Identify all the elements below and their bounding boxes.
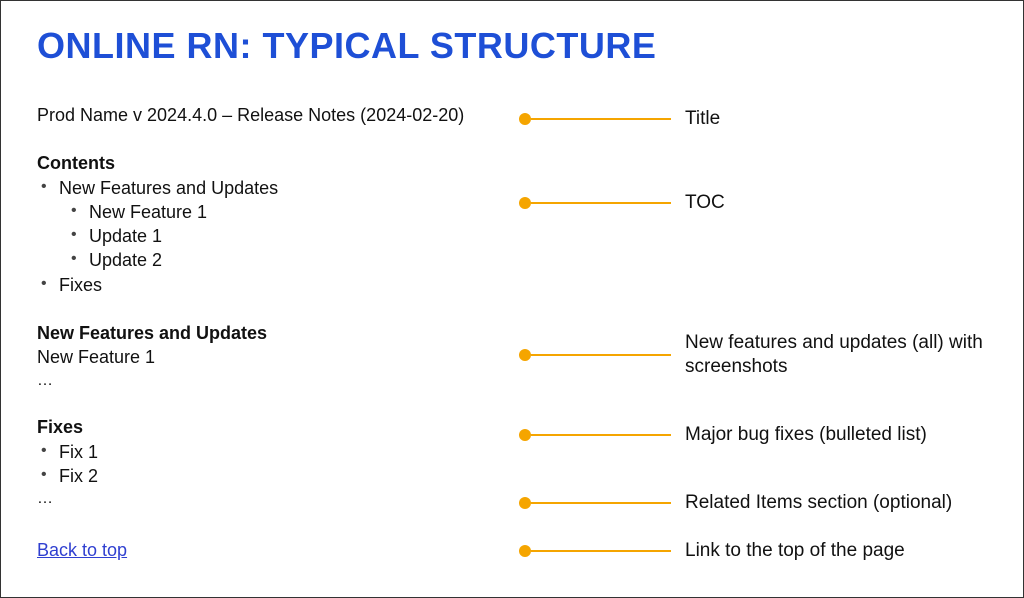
back-to-top-link[interactable]: Back to top	[37, 538, 127, 562]
callout-dot-icon	[519, 113, 531, 125]
annotation-label: Link to the top of the page	[685, 539, 905, 563]
callout-line	[531, 434, 671, 436]
toc-item: Update 2	[37, 248, 512, 272]
features-heading: New Features and Updates	[37, 321, 512, 345]
fix-item: Fix 1	[37, 440, 512, 464]
annotation-title: Title	[519, 107, 720, 131]
annotation-label: TOC	[685, 191, 725, 215]
release-notes-sample: Prod Name v 2024.4.0 – Release Notes (20…	[37, 103, 512, 562]
callout-dot-icon	[519, 197, 531, 209]
annotation-label: New features and updates (all) with scre…	[685, 331, 987, 379]
slide-heading: ONLINE RN: TYPICAL STRUCTURE	[37, 25, 987, 67]
callout-dot-icon	[519, 429, 531, 441]
callout-line	[531, 502, 671, 504]
callout-line	[531, 202, 671, 204]
annotation-label: Major bug fixes (bulleted list)	[685, 423, 927, 447]
ellipsis: …	[37, 370, 512, 392]
toc-item: New Feature 1	[37, 200, 512, 224]
callout-dot-icon	[519, 349, 531, 361]
annotation-label: Related Items section (optional)	[685, 491, 952, 515]
toc-item: Fixes	[37, 273, 512, 297]
annotation-label: Title	[685, 107, 720, 131]
toc-item: Update 1	[37, 224, 512, 248]
fix-item: Fix 2	[37, 464, 512, 488]
annotation-back: Link to the top of the page	[519, 539, 905, 563]
ellipsis: …	[37, 488, 512, 510]
annotation-fixes: Major bug fixes (bulleted list)	[519, 423, 927, 447]
callout-line	[531, 354, 671, 356]
callout-dot-icon	[519, 545, 531, 557]
sample-title-line: Prod Name v 2024.4.0 – Release Notes (20…	[37, 103, 512, 127]
toc-heading: Contents	[37, 151, 512, 175]
sample-toc-block: Contents New Features and Updates New Fe…	[37, 151, 512, 297]
sample-fixes-block: Fixes Fix 1 Fix 2 …	[37, 415, 512, 509]
callout-line	[531, 550, 671, 552]
annotation-related: Related Items section (optional)	[519, 491, 952, 515]
sample-features-block: New Features and Updates New Feature 1 …	[37, 321, 512, 391]
annotation-toc: TOC	[519, 191, 725, 215]
feature-item: New Feature 1	[37, 345, 512, 369]
toc-item: New Features and Updates	[37, 176, 512, 200]
annotation-features: New features and updates (all) with scre…	[519, 331, 987, 379]
callout-dot-icon	[519, 497, 531, 509]
callout-line	[531, 118, 671, 120]
fixes-heading: Fixes	[37, 415, 512, 439]
